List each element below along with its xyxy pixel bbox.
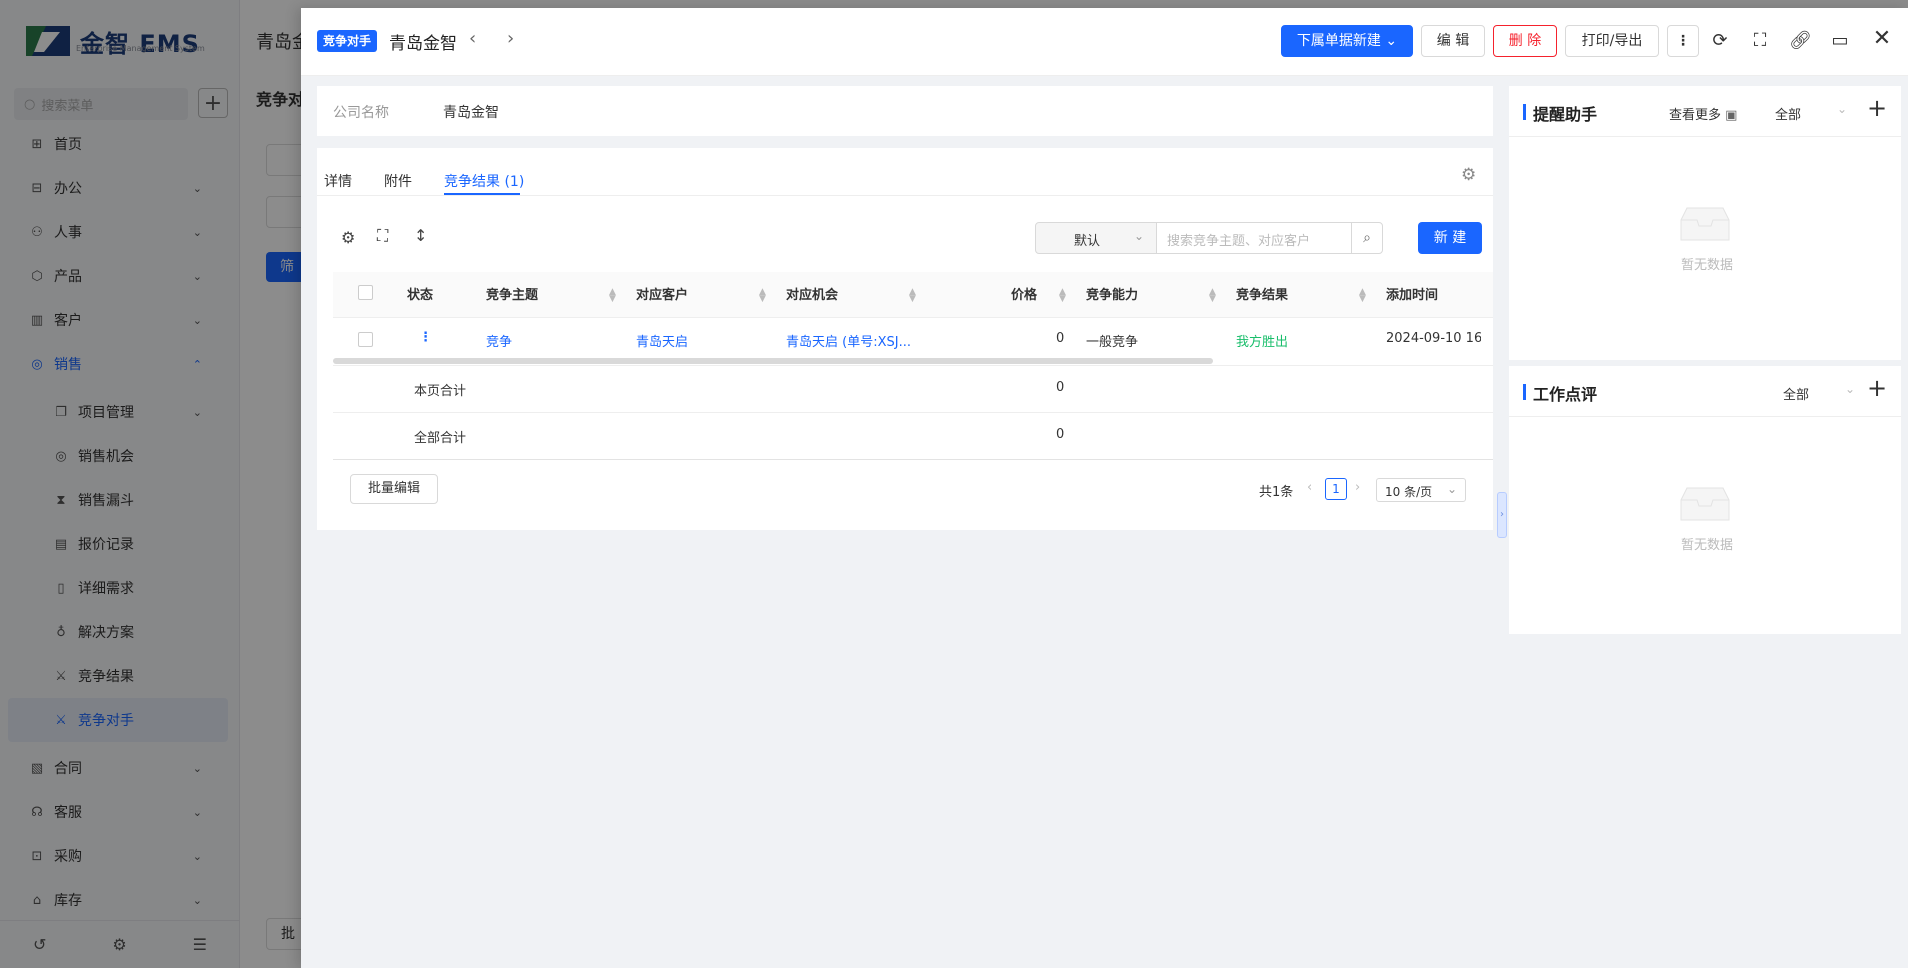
panel-collapse-handle[interactable]: › xyxy=(1497,492,1507,538)
review-title: 工作点评 xyxy=(1533,385,1598,404)
col-customer[interactable]: 对应客户 xyxy=(636,284,688,303)
record-type-badge: 竞争对手 xyxy=(317,30,378,52)
page-1-button[interactable]: 1 xyxy=(1325,478,1347,500)
tab-comp-results[interactable]: 竞争结果 (1) xyxy=(444,171,524,191)
page-size-value: 10 条/页 xyxy=(1385,485,1433,499)
window-mode-icon[interactable]: ▭ xyxy=(1829,30,1851,51)
cell-time: 2024-09-10 16: xyxy=(1386,331,1481,346)
view-select[interactable]: 默认 ⌄ xyxy=(1035,222,1157,254)
sort-icon[interactable]: ▲ ▼ xyxy=(1059,288,1067,304)
page-total-label: 本页合计 xyxy=(414,384,467,399)
new-sub-document-button[interactable]: 下属单据新建 ⌄ xyxy=(1281,25,1413,57)
drawer-header: 竞争对手 青岛金智 ‹ › 下属单据新建 ⌄ 编 辑 删 除 打印/导出 ⋮ ⟳… xyxy=(301,8,1908,76)
panel-divider xyxy=(1509,416,1901,417)
panel-accent-bar xyxy=(1523,104,1526,120)
next-page-icon[interactable]: › xyxy=(1355,480,1360,495)
sort-icon[interactable]: ▲ ▼ xyxy=(1359,288,1367,304)
row-density-icon[interactable]: ↕ xyxy=(414,226,427,245)
empty-inbox-icon xyxy=(1680,487,1730,521)
col-time: 添加时间 xyxy=(1386,288,1439,303)
cell-topic[interactable]: 竞争 xyxy=(486,331,512,350)
panel-divider xyxy=(1509,136,1901,137)
col-result[interactable]: 竞争结果 xyxy=(1236,284,1288,303)
page-total-value: 0 xyxy=(1056,380,1065,395)
review-filter-select[interactable]: 全部 xyxy=(1783,384,1809,403)
tab-settings-gear-icon[interactable]: ⚙ xyxy=(1461,165,1476,185)
chevron-down-icon: ⌄ xyxy=(1446,482,1457,496)
panel-accent-bar xyxy=(1523,384,1526,400)
drawer-title: 青岛金智 xyxy=(389,34,457,54)
new-sub-document-label: 下属单据新建 xyxy=(1296,33,1381,49)
search-input[interactable]: 搜索竞争主题、对应客户 xyxy=(1156,222,1352,254)
new-button[interactable]: 新 建 xyxy=(1418,222,1482,254)
refresh-icon[interactable]: ⟳ xyxy=(1709,30,1731,51)
empty-text: 暂无数据 xyxy=(1681,538,1734,553)
link-icon[interactable]: 🔗︎ xyxy=(1789,30,1812,51)
chevron-down-icon[interactable]: ⌄ xyxy=(1837,102,1847,116)
search-icon[interactable]: ⌕ xyxy=(1351,222,1383,254)
col-ability[interactable]: 竞争能力 xyxy=(1086,284,1138,303)
detail-drawer: 竞争对手 青岛金智 ‹ › 下属单据新建 ⌄ 编 辑 删 除 打印/导出 ⋮ ⟳… xyxy=(301,8,1908,968)
search-placeholder: 搜索竞争主题、对应客户 xyxy=(1167,234,1311,249)
cell-opportunity[interactable]: 青岛天启 (单号:XSJ... xyxy=(786,331,911,350)
next-record-icon[interactable]: › xyxy=(507,28,514,49)
all-total-label: 全部合计 xyxy=(414,431,467,446)
delete-button[interactable]: 删 除 xyxy=(1493,25,1557,57)
add-review-icon[interactable]: + xyxy=(1867,374,1887,402)
col-status: 状态 xyxy=(407,288,434,303)
batch-edit-button[interactable]: 批量编辑 xyxy=(350,474,438,504)
work-review-panel: 工作点评 全部 ⌄ + 暂无数据 xyxy=(1509,366,1901,634)
chevron-down-icon[interactable]: ⌄ xyxy=(1845,382,1855,396)
cell-customer[interactable]: 青岛天启 xyxy=(636,331,688,350)
view-more-label: 查看更多 xyxy=(1669,108,1722,123)
page-size-select[interactable]: 10 条/页 ⌄ xyxy=(1376,478,1466,502)
table-fullscreen-icon[interactable]: ⛶ xyxy=(377,226,388,246)
row-divider xyxy=(333,365,1493,366)
tab-divider xyxy=(317,195,1493,196)
row-divider xyxy=(333,459,1493,460)
empty-text: 暂无数据 xyxy=(1681,258,1734,273)
cell-result: 我方胜出 xyxy=(1236,335,1289,350)
row-actions-icon[interactable]: ⋮ xyxy=(419,330,432,345)
horizontal-scrollbar[interactable] xyxy=(333,358,1213,364)
select-all-checkbox[interactable] xyxy=(358,285,373,300)
company-name-label: 公司名称 xyxy=(333,105,389,121)
cell-price: 0 xyxy=(1056,331,1065,346)
reminder-title: 提醒助手 xyxy=(1533,105,1598,124)
add-reminder-icon[interactable]: + xyxy=(1867,94,1887,122)
close-icon[interactable]: ✕ xyxy=(1871,26,1893,51)
cell-ability: 一般竞争 xyxy=(1086,335,1139,350)
sort-icon[interactable]: ▲ ▼ xyxy=(759,288,767,304)
row-divider xyxy=(333,317,1493,318)
column-settings-icon[interactable]: ⚙ xyxy=(341,228,355,247)
chevron-down-icon: ⌄ xyxy=(1134,229,1145,243)
company-info-card: 公司名称 青岛金智 xyxy=(317,86,1493,136)
reminder-filter-select[interactable]: 全部 xyxy=(1775,104,1801,123)
print-export-button[interactable]: 打印/导出 xyxy=(1565,25,1659,57)
pagination-total: 共1条 xyxy=(1259,485,1294,500)
col-topic[interactable]: 竞争主题 xyxy=(486,284,538,303)
empty-inbox-icon xyxy=(1680,207,1730,241)
prev-record-icon[interactable]: ‹ xyxy=(469,28,476,49)
tab-attachments[interactable]: 附件 xyxy=(384,171,412,191)
col-price[interactable]: 价格 xyxy=(1011,284,1037,303)
col-opportunity[interactable]: 对应机会 xyxy=(786,284,838,303)
company-name-value: 青岛金智 xyxy=(443,105,499,121)
reminder-panel: 提醒助手 查看更多 ▣ 全部 ⌄ + 暂无数据 xyxy=(1509,86,1901,360)
sort-icon[interactable]: ▲ ▼ xyxy=(609,288,617,304)
prev-page-icon[interactable]: ‹ xyxy=(1307,480,1312,495)
tab-details[interactable]: 详情 xyxy=(324,171,352,191)
more-actions-icon[interactable]: ⋮ xyxy=(1667,25,1699,57)
fullscreen-icon[interactable]: ⛶ xyxy=(1749,30,1771,51)
sort-icon[interactable]: ▲ ▼ xyxy=(1209,288,1217,304)
chevron-down-icon: ⌄ xyxy=(1385,33,1398,49)
sort-icon[interactable]: ▲ ▼ xyxy=(909,288,917,304)
row-checkbox[interactable] xyxy=(358,332,373,347)
all-total-value: 0 xyxy=(1056,427,1065,442)
edit-button[interactable]: 编 辑 xyxy=(1421,25,1485,57)
book-icon: ▣ xyxy=(1725,108,1738,123)
row-divider xyxy=(333,412,1493,413)
view-more-link[interactable]: 查看更多 ▣ xyxy=(1669,104,1737,123)
view-select-value: 默认 xyxy=(1074,234,1101,249)
